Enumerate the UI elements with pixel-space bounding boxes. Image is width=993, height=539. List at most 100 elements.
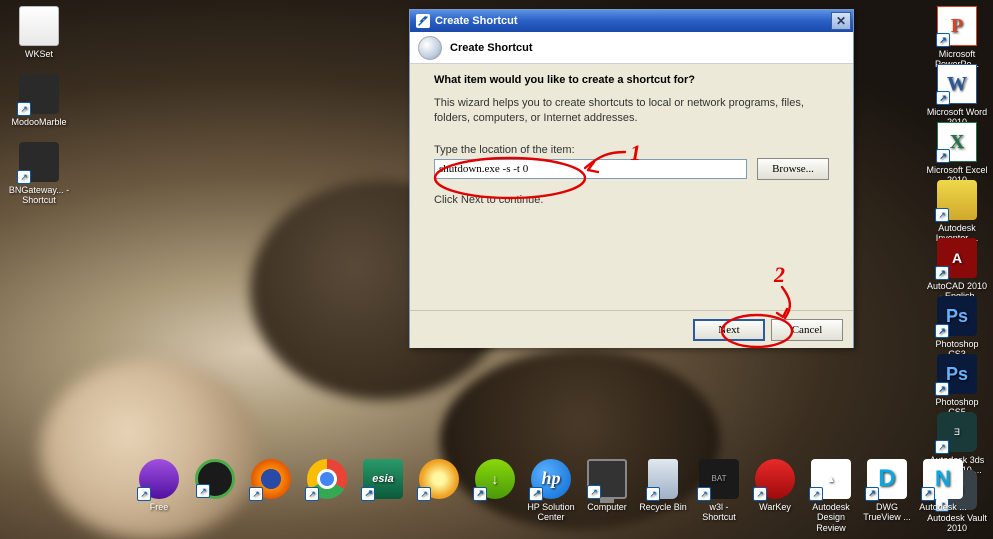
pscs5-icon: Ps↗: [937, 354, 977, 394]
desktop-icon-chrome[interactable]: ↗: [302, 459, 352, 533]
navisworks-icon: N↗: [923, 459, 963, 499]
pscs3-icon: Ps↗: [937, 296, 977, 336]
shortcut-overlay-icon: ↗: [935, 324, 949, 338]
desktop-icon-free[interactable]: ↗Free: [134, 459, 184, 533]
desktop-icon-excel[interactable]: X↗Microsoft Excel 2010: [926, 122, 988, 186]
shortcut-overlay-icon: ↗: [809, 487, 823, 501]
powerpoint-icon: P↗: [937, 6, 977, 46]
desktop-icon-dwg[interactable]: D↗ DWG TrueView ...: [862, 459, 912, 533]
shortcut-overlay-icon: ↗: [361, 487, 375, 501]
recycle-icon: ↗: [648, 459, 678, 499]
inventor-icon: ↗: [937, 180, 977, 220]
chrome-icon: ↗: [307, 459, 347, 499]
adr-icon: ▲↗: [811, 459, 851, 499]
shortcut-overlay-icon: ↗: [17, 170, 31, 184]
w3l-icon: BAT↗: [699, 459, 739, 499]
shortcut-overlay-icon: ↗: [935, 266, 949, 280]
shortcut-overlay-icon: ↗: [305, 487, 319, 501]
desktop-icon-lime[interactable]: ↓↗: [470, 459, 520, 533]
shortcut-overlay-icon: ↗: [936, 149, 950, 163]
shortcut-overlay-icon: ↗: [417, 487, 431, 501]
firefox-icon: ↗: [251, 459, 291, 499]
desktop-icon-recycle[interactable]: ↗Recycle Bin: [638, 459, 688, 533]
shortcut-overlay-icon: ↗: [17, 102, 31, 116]
lime-icon: ↓↗: [475, 459, 515, 499]
w3l-label: w3l - Shortcut: [694, 502, 744, 523]
desktop-icon-computer[interactable]: ↗ Computer: [582, 459, 632, 533]
desktop-icon-inventor[interactable]: ↗Autodesk Inventor ...: [926, 180, 988, 244]
dwg-label: DWG TrueView ...: [862, 502, 912, 523]
desktop[interactable]: WKSet↗ModooMarble↗BNGateway... - Shortcu…: [0, 0, 993, 539]
desktop-icon-warkey[interactable]: ↗WarKey: [750, 459, 800, 533]
dwg-icon: D↗: [867, 459, 907, 499]
desktop-icon-webcam[interactable]: ↗: [190, 459, 240, 533]
desktop-icon-pscs3[interactable]: Ps↗Photoshop CS3: [926, 296, 988, 360]
free-label: Free: [150, 502, 169, 512]
desktop-bottom-row: ↗Free↗↗↗esia↗↗↓↗hp↗HP Solution Center↗Co…: [134, 459, 968, 533]
desktop-icon-word[interactable]: W↗Microsoft Word 2010: [926, 64, 988, 128]
desktop-icon-hp[interactable]: hp↗ HP Solution Center: [526, 459, 576, 533]
shortcut-overlay-icon: ↗: [137, 487, 151, 501]
modoomarble-icon: ↗: [19, 74, 59, 114]
bngateway-label: BNGateway... - Shortcut: [8, 185, 70, 206]
shortcut-overlay-icon: ↗: [865, 487, 879, 501]
wkset-label: WKSet: [25, 49, 53, 59]
shortcut-overlay-icon: ↗: [936, 91, 950, 105]
shortcut-overlay-icon: ↗: [936, 33, 950, 47]
dialog-header: Create Shortcut: [410, 32, 853, 64]
close-button[interactable]: ✕: [831, 12, 851, 30]
next-button[interactable]: Next: [693, 319, 765, 341]
desktop-icon-sun[interactable]: ↗: [414, 459, 464, 533]
hp-icon: hp↗: [531, 459, 571, 499]
computer-label: Computer: [587, 502, 627, 512]
3dsmax-icon: Ǝ↗: [937, 412, 977, 452]
hp-label: HP Solution Center: [526, 502, 576, 523]
titlebar[interactable]: Create Shortcut ✕: [410, 10, 853, 32]
shortcut-overlay-icon: ↗: [473, 487, 487, 501]
bngateway-icon: ↗: [19, 142, 59, 182]
warkey-icon: ↗: [755, 459, 795, 499]
wizard-step-icon: [418, 36, 442, 60]
continue-hint: Click Next to continue.: [434, 194, 829, 206]
desktop-icon-modoomarble[interactable]: ↗ModooMarble: [8, 74, 70, 127]
shortcut-overlay-icon: ↗: [529, 487, 543, 501]
navisworks-label: Autodesk ...: [919, 502, 967, 512]
free-icon: ↗: [139, 459, 179, 499]
wkset-icon: [19, 6, 59, 46]
shortcut-overlay-icon: ↗: [935, 208, 949, 222]
shortcut-overlay-icon: ↗: [646, 487, 660, 501]
desktop-icon-pscs5[interactable]: Ps↗Photoshop CS5: [926, 354, 988, 418]
excel-icon: X↗: [937, 122, 977, 162]
create-shortcut-dialog: Create Shortcut ✕ Create Shortcut What i…: [409, 9, 854, 348]
prompt-description: This wizard helps you to create shortcut…: [434, 96, 829, 126]
desktop-icon-w3l[interactable]: BAT↗ w3l - Shortcut: [694, 459, 744, 533]
shortcut-overlay-icon: ↗: [935, 440, 949, 454]
browse-button[interactable]: Browse...: [757, 158, 829, 180]
location-field-label: Type the location of the item:: [434, 144, 829, 156]
desktop-icon-wkset[interactable]: WKSet: [8, 6, 70, 59]
shortcut-overlay-icon: ↗: [249, 487, 263, 501]
desktop-icon-navisworks[interactable]: N↗ Autodesk ...: [918, 459, 968, 533]
cancel-button[interactable]: Cancel: [771, 319, 843, 341]
shortcut-wizard-icon: [416, 14, 430, 28]
dialog-footer: Next Cancel: [410, 310, 853, 348]
shortcut-overlay-icon: ↗: [935, 382, 949, 396]
desktop-icon-bngateway[interactable]: ↗BNGateway... - Shortcut: [8, 142, 70, 206]
modoomarble-label: ModooMarble: [11, 117, 66, 127]
autocad-icon: A↗: [937, 238, 977, 278]
webcam-icon: ↗: [195, 459, 235, 499]
adr-label: Autodesk Design Review: [806, 502, 856, 533]
shortcut-overlay-icon: ↗: [921, 487, 935, 501]
desktop-icon-autocad[interactable]: A↗AutoCAD 2010 - English: [926, 238, 988, 302]
esia-icon: esia↗: [363, 459, 403, 499]
computer-icon: ↗: [587, 459, 627, 499]
location-input[interactable]: [434, 159, 747, 179]
desktop-icon-firefox[interactable]: ↗: [246, 459, 296, 533]
desktop-icon-adr[interactable]: ▲↗Autodesk Design Review: [806, 459, 856, 533]
prompt-question: What item would you like to create a sho…: [434, 74, 829, 86]
desktop-icon-esia[interactable]: esia↗: [358, 459, 408, 533]
title-text: Create Shortcut: [435, 15, 829, 27]
shortcut-overlay-icon: ↗: [196, 484, 210, 498]
word-icon: W↗: [937, 64, 977, 104]
desktop-icon-powerpoint[interactable]: P↗Microsoft PowerPo...: [926, 6, 988, 70]
